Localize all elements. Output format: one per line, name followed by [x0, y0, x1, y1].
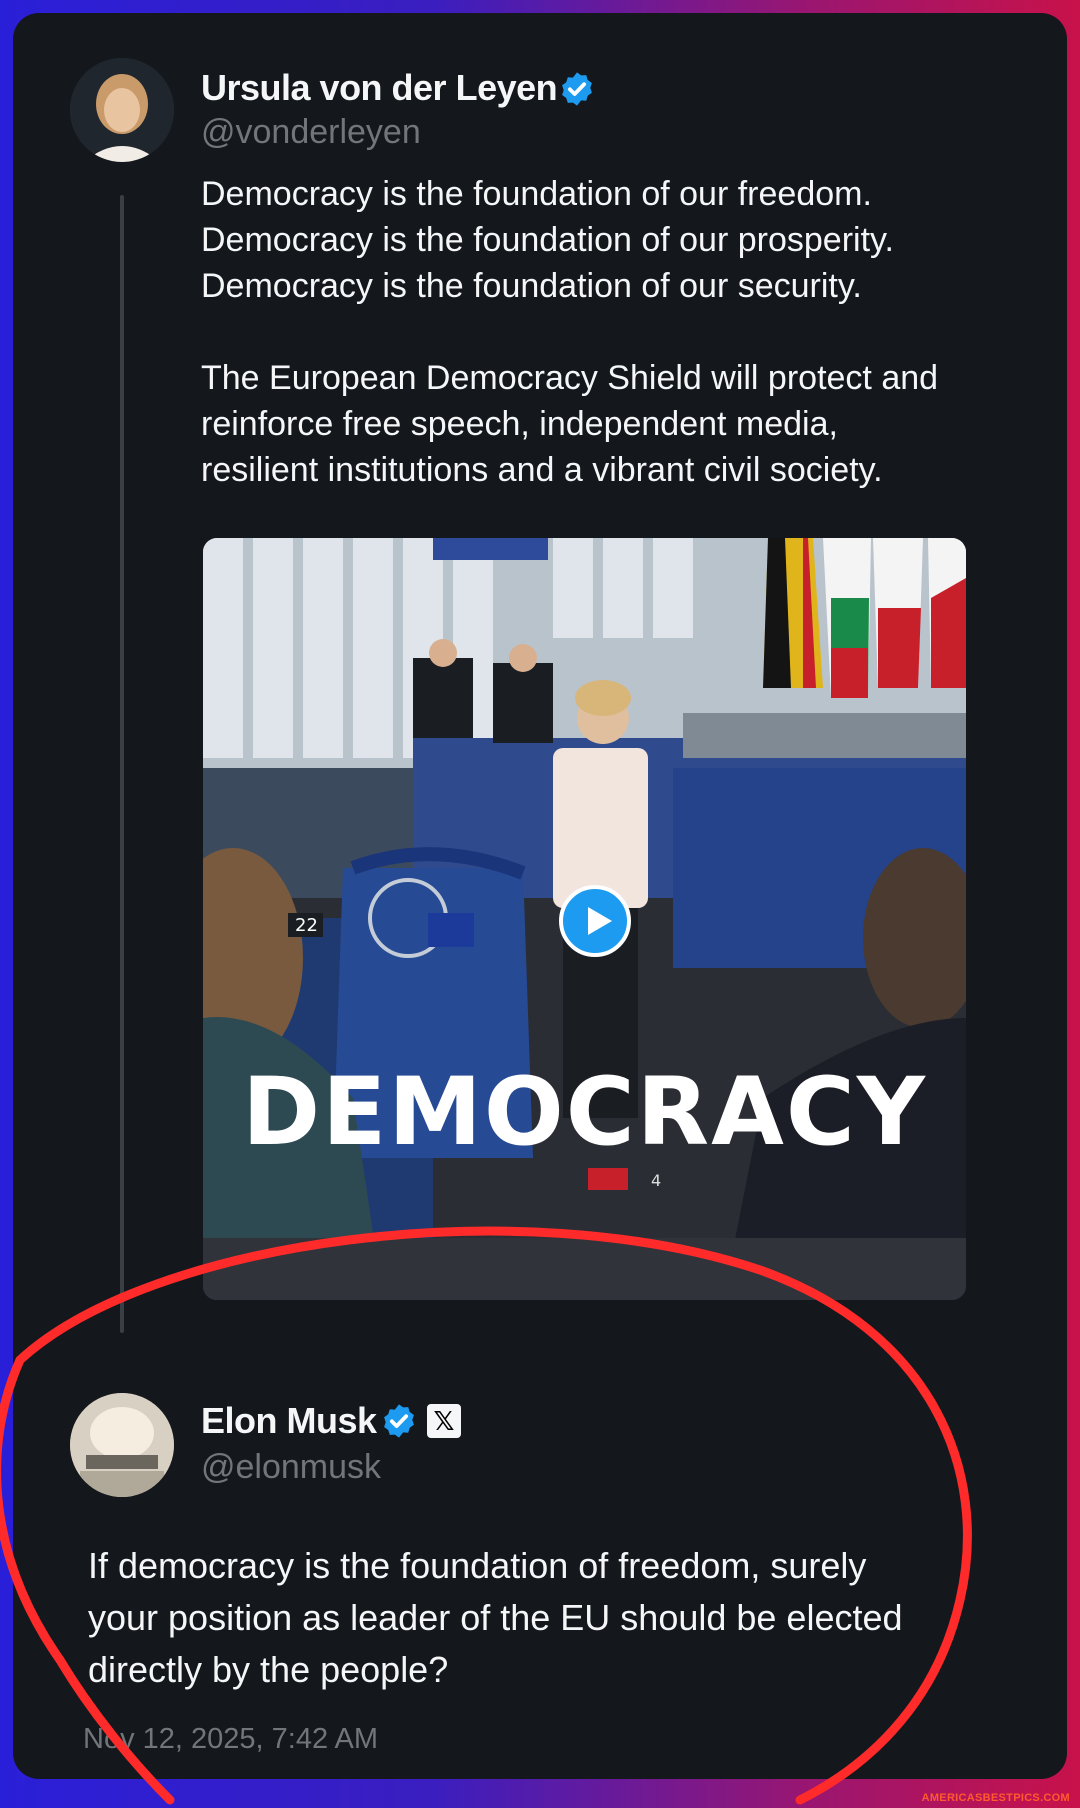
post-text-line: reinforce free speech, independent media… — [201, 405, 838, 443]
play-icon[interactable] — [559, 885, 631, 957]
thread-connector-line — [120, 195, 124, 1333]
seat-number-label-2: 4 — [651, 1171, 661, 1190]
post-card: Ursula von der Leyen @vonderleyen Democr… — [13, 13, 1067, 1779]
verified-badge-icon — [384, 1404, 414, 1438]
post-text-line: Democracy is the foundation of our prosp… — [201, 221, 894, 259]
watermark: AMERICASBESTPICS.COM — [921, 1792, 1070, 1804]
reply-text-line: If democracy is the foundation of freedo… — [88, 1545, 867, 1586]
reply-text-line: directly by the people? — [88, 1649, 449, 1690]
reply-author-name[interactable]: Elon Musk — [201, 1400, 377, 1442]
post-text-line: The European Democracy Shield will prote… — [201, 359, 939, 397]
author-handle[interactable]: @vonderleyen — [201, 113, 421, 152]
post-text: Democracy is the foundation of our freed… — [201, 171, 938, 493]
reply-text: If democracy is the foundation of freedo… — [88, 1540, 903, 1696]
author-name[interactable]: Ursula von der Leyen — [201, 67, 558, 109]
post-text-line: Democracy is the foundation of our freed… — [201, 175, 872, 213]
video-overlay-title: DEMOCRACY — [242, 1058, 927, 1167]
post-text-line: resilient institutions and a vibrant civ… — [201, 451, 883, 489]
reply-text-line: your position as leader of the EU should… — [88, 1597, 903, 1638]
post-timestamp[interactable]: Nov 12, 2025, 7:42 AM — [83, 1723, 378, 1756]
reply-author-handle[interactable]: @elonmusk — [201, 1448, 381, 1487]
author-avatar[interactable] — [70, 58, 174, 162]
verified-badge-icon — [562, 72, 592, 106]
post-video[interactable]: 22 4 DEMOCRACY — [203, 538, 966, 1300]
reply-author-avatar[interactable] — [70, 1393, 174, 1497]
seat-number-label: 22 — [295, 915, 318, 936]
x-affiliation-badge-icon: 𝕏 — [427, 1404, 461, 1438]
post-text-line: Democracy is the foundation of our secur… — [201, 267, 862, 305]
